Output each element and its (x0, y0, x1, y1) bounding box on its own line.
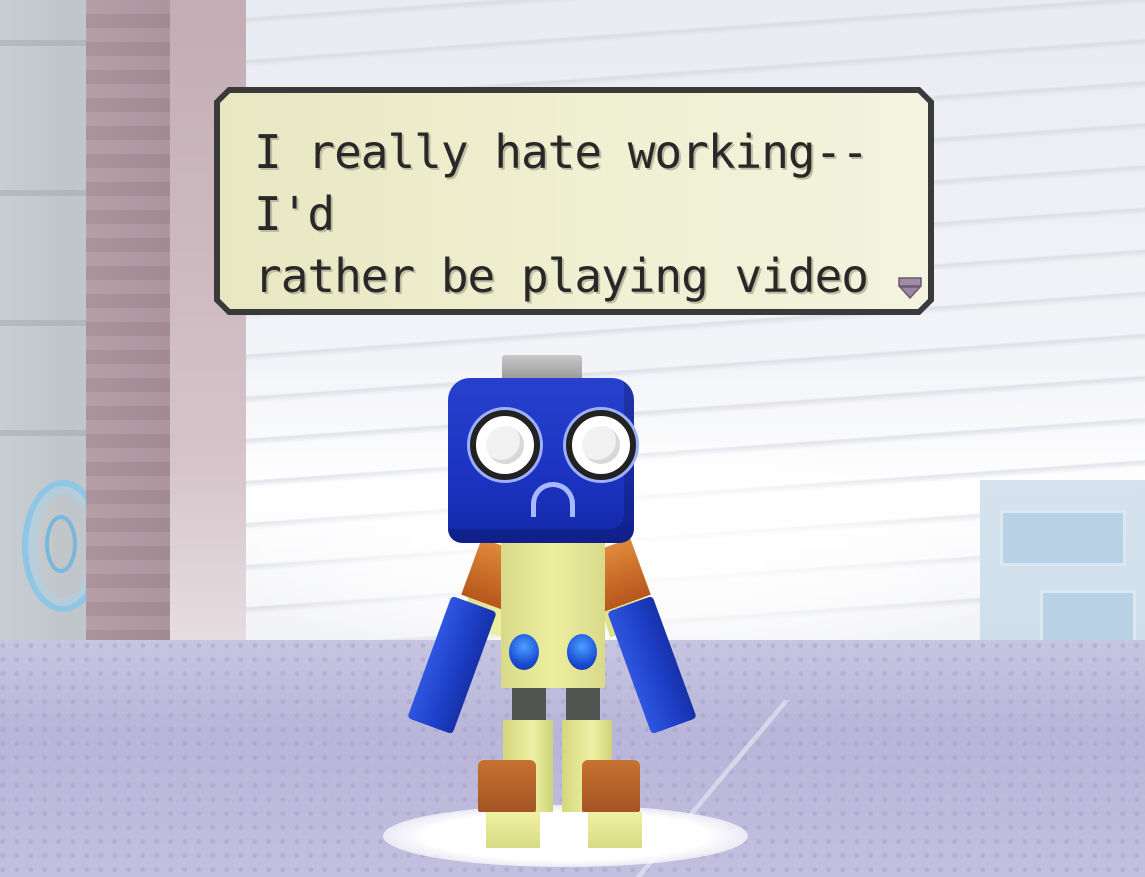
robot-left-arm (407, 595, 497, 735)
dialogue-box-inner: I really hate working--I'd rather be pla… (220, 93, 928, 309)
robot-right-arm (607, 595, 697, 735)
robot-right-eye (566, 410, 636, 480)
robot-left-eye (470, 410, 540, 480)
robot-right-boot (582, 760, 640, 812)
robot-right-foot (588, 812, 642, 848)
robot-head (448, 378, 636, 543)
robot-sad-mouth (531, 482, 575, 517)
robot-left-foot (486, 812, 540, 848)
game-scene: I really hate working--I'd rather be pla… (0, 0, 1145, 877)
robot-torso (501, 540, 605, 688)
robot-chest-light (567, 634, 597, 670)
down-arrow-icon[interactable] (898, 277, 922, 299)
robot-left-boot (478, 760, 536, 812)
dialogue-box[interactable]: I really hate working--I'd rather be pla… (214, 87, 934, 315)
robot-chest-light (509, 634, 539, 670)
